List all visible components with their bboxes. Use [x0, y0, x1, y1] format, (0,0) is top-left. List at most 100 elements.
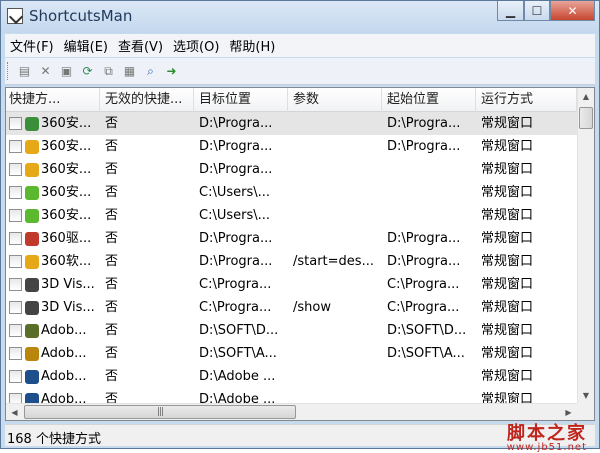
- start-cell: D:\Progra...: [387, 139, 461, 154]
- name-cell: 360安...: [6, 135, 100, 158]
- start-cell: [382, 365, 476, 388]
- start-cell: [382, 204, 476, 227]
- save-button[interactable]: ▣: [56, 61, 77, 81]
- row-checkbox[interactable]: [9, 347, 22, 360]
- row-checkbox[interactable]: [9, 186, 22, 199]
- table-row[interactable]: 360安... 否 D:\Progra... 常规窗口: [6, 158, 577, 181]
- column-header-name[interactable]: 快捷方...: [6, 88, 100, 112]
- horizontal-scroll-thumb[interactable]: |||: [24, 405, 296, 419]
- refresh-button[interactable]: ⟳: [77, 61, 98, 81]
- shortcut-name: 360安...: [41, 116, 92, 131]
- exit-icon: ➜: [166, 64, 177, 78]
- run-cell: 常规窗口: [481, 346, 534, 361]
- column-header-start[interactable]: 起始位置: [382, 88, 476, 112]
- row-checkbox[interactable]: [9, 209, 22, 222]
- column-header-target[interactable]: 目标位置: [194, 88, 288, 112]
- menu-file[interactable]: 文件(F): [5, 36, 59, 55]
- minimize-button[interactable]: ▁: [497, 1, 524, 21]
- title-bar[interactable]: ShortcutsMan ▁ ☐ ✕: [1, 1, 599, 33]
- run-cell: 常规窗口: [481, 277, 534, 292]
- target-cell: D:\SOFT\A...: [199, 346, 277, 361]
- target-cell: D:\Progra...: [199, 231, 273, 246]
- start-cell: D:\Progra...: [387, 116, 461, 131]
- start-cell: D:\SOFT\A...: [387, 346, 465, 361]
- app-window: ShortcutsMan ▁ ☐ ✕ 文件(F) 编辑(E) 查看(V) 选项(…: [0, 0, 600, 453]
- watermark-sub: www.jb51.net: [506, 442, 587, 453]
- table-row[interactable]: 3D Vis... 否 C:\Progra... C:\Progra... 常规窗口: [6, 273, 577, 296]
- row-checkbox[interactable]: [9, 232, 22, 245]
- column-header-invalid[interactable]: 无效的快捷...: [100, 88, 194, 112]
- exit-button[interactable]: ➜: [161, 61, 182, 81]
- run-cell: 常规窗口: [481, 369, 534, 384]
- row-checkbox[interactable]: [9, 324, 22, 337]
- run-cell: 常规窗口: [481, 208, 534, 223]
- menu-options[interactable]: 选项(O): [168, 36, 224, 55]
- table-row[interactable]: 3D Vis... 否 C:\Progra... /show C:\Progra... 常…: [6, 296, 577, 319]
- row-checkbox[interactable]: [9, 301, 22, 314]
- vertical-scrollbar[interactable]: ▲ ▼: [577, 88, 594, 404]
- row-checkbox[interactable]: [9, 163, 22, 176]
- menu-view[interactable]: 查看(V): [113, 36, 168, 55]
- row-checkbox[interactable]: [9, 370, 22, 383]
- invalid-cell: 否: [105, 369, 119, 384]
- name-cell: 360驱...: [6, 227, 100, 250]
- e-icon: [25, 208, 39, 223]
- copy-icon: ⧉: [104, 63, 113, 78]
- table-row[interactable]: Adob... 否 D:\Adobe ... 常规窗口: [6, 365, 577, 388]
- column-header-run[interactable]: 运行方式: [476, 88, 577, 112]
- shortcut-name: 360软...: [41, 254, 92, 269]
- table-row[interactable]: 360驱... 否 D:\Progra... D:\Progra... 常规窗口: [6, 227, 577, 250]
- args-cell: [288, 227, 382, 250]
- shortcuts-list[interactable]: 快捷方... 无效的快捷... 目标位置 参数 起始位置 运行方式 360安..…: [5, 87, 595, 421]
- target-cell: C:\Users\...: [199, 208, 271, 223]
- table-row[interactable]: Adob... 否 D:\SOFT\A... D:\SOFT\A... 常规窗口: [6, 342, 577, 365]
- name-cell: 360安...: [6, 204, 100, 227]
- menu-edit[interactable]: 编辑(E): [59, 36, 113, 55]
- row-checkbox[interactable]: [9, 278, 22, 291]
- run-cell: 常规窗口: [481, 231, 534, 246]
- table-row[interactable]: 360安... 否 C:\Users\... 常规窗口: [6, 181, 577, 204]
- column-header-args[interactable]: 参数: [288, 88, 382, 112]
- horizontal-scrollbar[interactable]: ◀ ||| ▶: [6, 403, 577, 420]
- maximize-button[interactable]: ☐: [524, 1, 550, 21]
- invalid-cell: 否: [105, 231, 119, 246]
- close-button[interactable]: ✕: [550, 1, 595, 21]
- row-checkbox[interactable]: [9, 140, 22, 153]
- menu-help[interactable]: 帮助(H): [224, 36, 280, 55]
- scroll-right-icon[interactable]: ▶: [560, 404, 577, 420]
- args-cell: [288, 273, 382, 296]
- name-cell: 360软...: [6, 250, 100, 273]
- start-cell: C:\Progra...: [387, 277, 460, 292]
- scroll-left-icon[interactable]: ◀: [6, 404, 23, 420]
- shortcut-name: 360安...: [41, 139, 92, 154]
- html-report-button[interactable]: ▦: [119, 61, 140, 81]
- delete-button[interactable]: ✕: [35, 61, 56, 81]
- table-row[interactable]: 360安... 否 D:\Progra... D:\Progra... 常规窗口: [6, 135, 577, 158]
- driver-icon: [25, 231, 39, 246]
- target-cell: D:\Progra...: [199, 162, 273, 177]
- toolbar-grip[interactable]: [7, 62, 10, 80]
- status-bar: 168 个快捷方式 脚本之家 www.jb51.net: [5, 424, 595, 453]
- table-row[interactable]: 360软... 否 D:\Progra... /start=des... D:\Prog…: [6, 250, 577, 273]
- shortcut-name: Adob...: [41, 346, 87, 361]
- target-cell: D:\Adobe ...: [199, 369, 276, 384]
- delete-icon: ✕: [40, 64, 51, 78]
- properties-button[interactable]: ▤: [14, 61, 35, 81]
- close-icon: ✕: [567, 3, 578, 18]
- table-row[interactable]: 360安... 否 C:\Users\... 常规窗口: [6, 204, 577, 227]
- find-button[interactable]: ⌕: [140, 61, 161, 81]
- target-cell: D:\Progra...: [199, 116, 273, 131]
- scroll-up-icon[interactable]: ▲: [578, 88, 594, 105]
- row-checkbox[interactable]: [9, 255, 22, 268]
- name-cell: 360安...: [6, 158, 100, 181]
- copy-button[interactable]: ⧉: [98, 61, 119, 81]
- target-cell: C:\Users\...: [199, 185, 271, 200]
- vertical-scroll-thumb[interactable]: [579, 107, 593, 129]
- shortcut-name: Adob...: [41, 323, 87, 338]
- table-row[interactable]: 360安... 否 D:\Progra... D:\Progra... 常规窗口: [6, 112, 577, 135]
- scroll-down-icon[interactable]: ▼: [578, 387, 594, 404]
- shortcut-name: 360安...: [41, 185, 92, 200]
- args-cell: [288, 181, 382, 204]
- table-row[interactable]: Adob... 否 D:\SOFT\D... D:\SOFT\D... 常规窗口: [6, 319, 577, 342]
- row-checkbox[interactable]: [9, 117, 22, 130]
